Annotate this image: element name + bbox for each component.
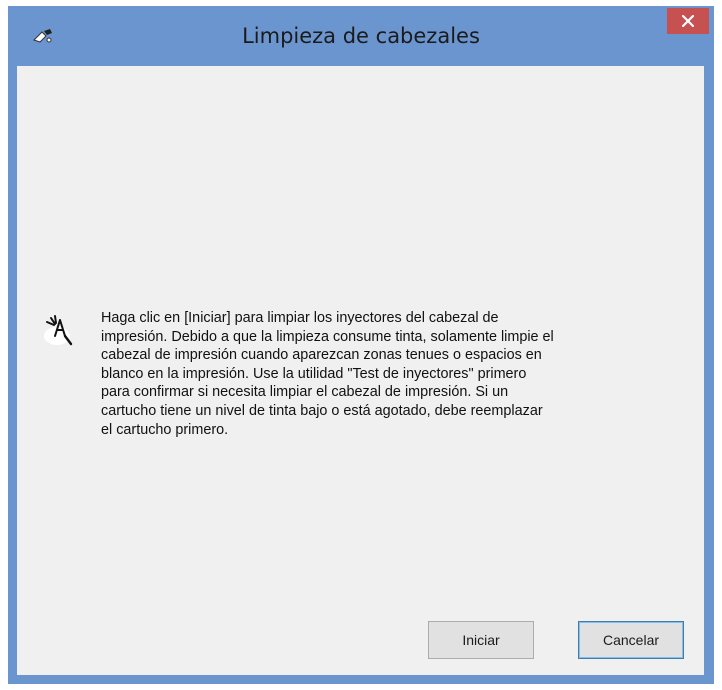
dialog-body: Haga clic en [Iniciar] para limpiar los … bbox=[17, 66, 704, 675]
close-button[interactable] bbox=[667, 8, 709, 34]
window-title: Limpieza de cabezales bbox=[242, 24, 480, 48]
start-button[interactable]: Iniciar bbox=[428, 621, 534, 659]
close-icon bbox=[681, 12, 695, 31]
instruction-text: Haga clic en [Iniciar] para limpiar los … bbox=[101, 310, 554, 438]
cancel-button[interactable]: Cancelar bbox=[578, 621, 684, 659]
nozzle-cleaning-icon bbox=[41, 310, 81, 350]
dialog-window: Limpieza de cabezales Haga clic en [Inic… bbox=[8, 6, 714, 684]
title-bar[interactable]: Limpieza de cabezales bbox=[8, 6, 714, 66]
